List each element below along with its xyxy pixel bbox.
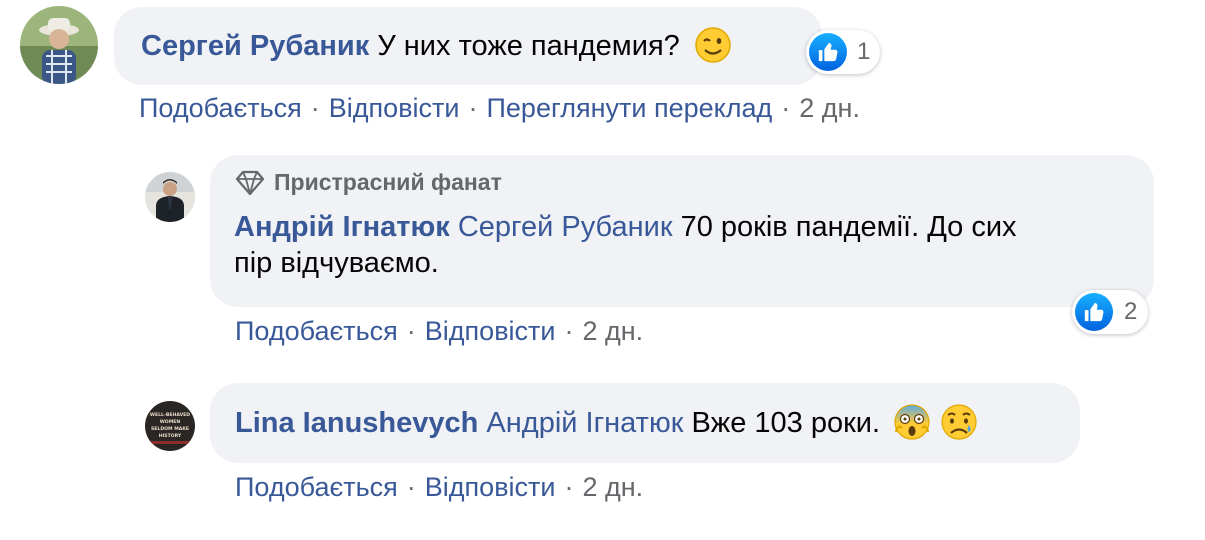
comment-text: У них тоже пандемия? (377, 30, 680, 62)
reply-link[interactable]: Відповісти (425, 316, 556, 346)
like-link[interactable]: Подобається (235, 472, 398, 502)
comment-author[interactable]: Андрій Ігнатюк (234, 211, 450, 243)
mention-link[interactable]: Андрій Ігнатюк (486, 407, 683, 439)
like-link[interactable]: Подобається (139, 93, 302, 123)
like-link[interactable]: Подобається (235, 316, 398, 346)
mention-link[interactable]: Сергей Рубаник (458, 211, 673, 243)
comment-bubble-3: Lina Ianushevych Андрій Ігнатюк Вже 103 … (210, 383, 1080, 463)
comment-author[interactable]: Сергей Рубаник (141, 30, 369, 62)
reply-link[interactable]: Відповісти (425, 472, 556, 502)
svg-text:SELDOM MAKE: SELDOM MAKE (151, 426, 189, 432)
comment-text-line2: пір відчуваємо. (234, 247, 439, 279)
svg-text:WOMEN: WOMEN (160, 419, 181, 425)
comment-actions-2: Подобається · Відповісти · 2 дн. (235, 316, 644, 346)
comment-timestamp[interactable]: 2 дн. (583, 472, 644, 502)
comment-text: Вже 103 роки. (691, 407, 881, 439)
reply-link[interactable]: Відповісти (329, 93, 460, 123)
comment-timestamp[interactable]: 2 дн. (799, 93, 860, 123)
comment-actions-3: Подобається · Відповісти · 2 дн. (235, 472, 644, 502)
comment-timestamp[interactable]: 2 дн. (583, 316, 644, 346)
comment-actions-1: Подобається · Відповісти · Переглянути перек… (139, 93, 860, 123)
svg-text:HISTORY: HISTORY (159, 433, 182, 439)
avatar-andrii[interactable] (145, 172, 195, 222)
svg-text:WELL-BEHAVED: WELL-BEHAVED (150, 412, 190, 418)
comment-bubble-1: Сергей Рубаник У них тоже пандемия? (114, 7, 822, 85)
reaction-count: 2 (1124, 298, 1138, 325)
like-icon (1075, 293, 1113, 331)
reaction-summary-2[interactable]: 2 (1072, 290, 1148, 334)
avatar-lina[interactable]: WELL-BEHAVED WOMEN SELDOM MAKE HISTORY (145, 401, 195, 451)
diamond-icon (234, 170, 266, 196)
translate-link[interactable]: Переглянути переклад (487, 93, 773, 123)
comment-author[interactable]: Lina Ianushevych (235, 407, 478, 439)
wink-emoji-icon (694, 26, 732, 69)
comment-text-line1: 70 років пандемії. До сих (680, 211, 1017, 243)
scream-emoji-icon (892, 402, 932, 447)
avatar-serhei[interactable] (20, 6, 98, 84)
like-icon (809, 33, 847, 71)
reaction-count: 1 (857, 38, 871, 65)
sad-emoji-icon (939, 402, 979, 447)
comment-bubble-2: Пристрасний фанат Андрій Ігнатюк Сергей … (210, 155, 1154, 307)
reaction-summary-1[interactable]: 1 (806, 30, 880, 74)
top-fan-badge: Пристрасний фанат (234, 169, 1154, 196)
